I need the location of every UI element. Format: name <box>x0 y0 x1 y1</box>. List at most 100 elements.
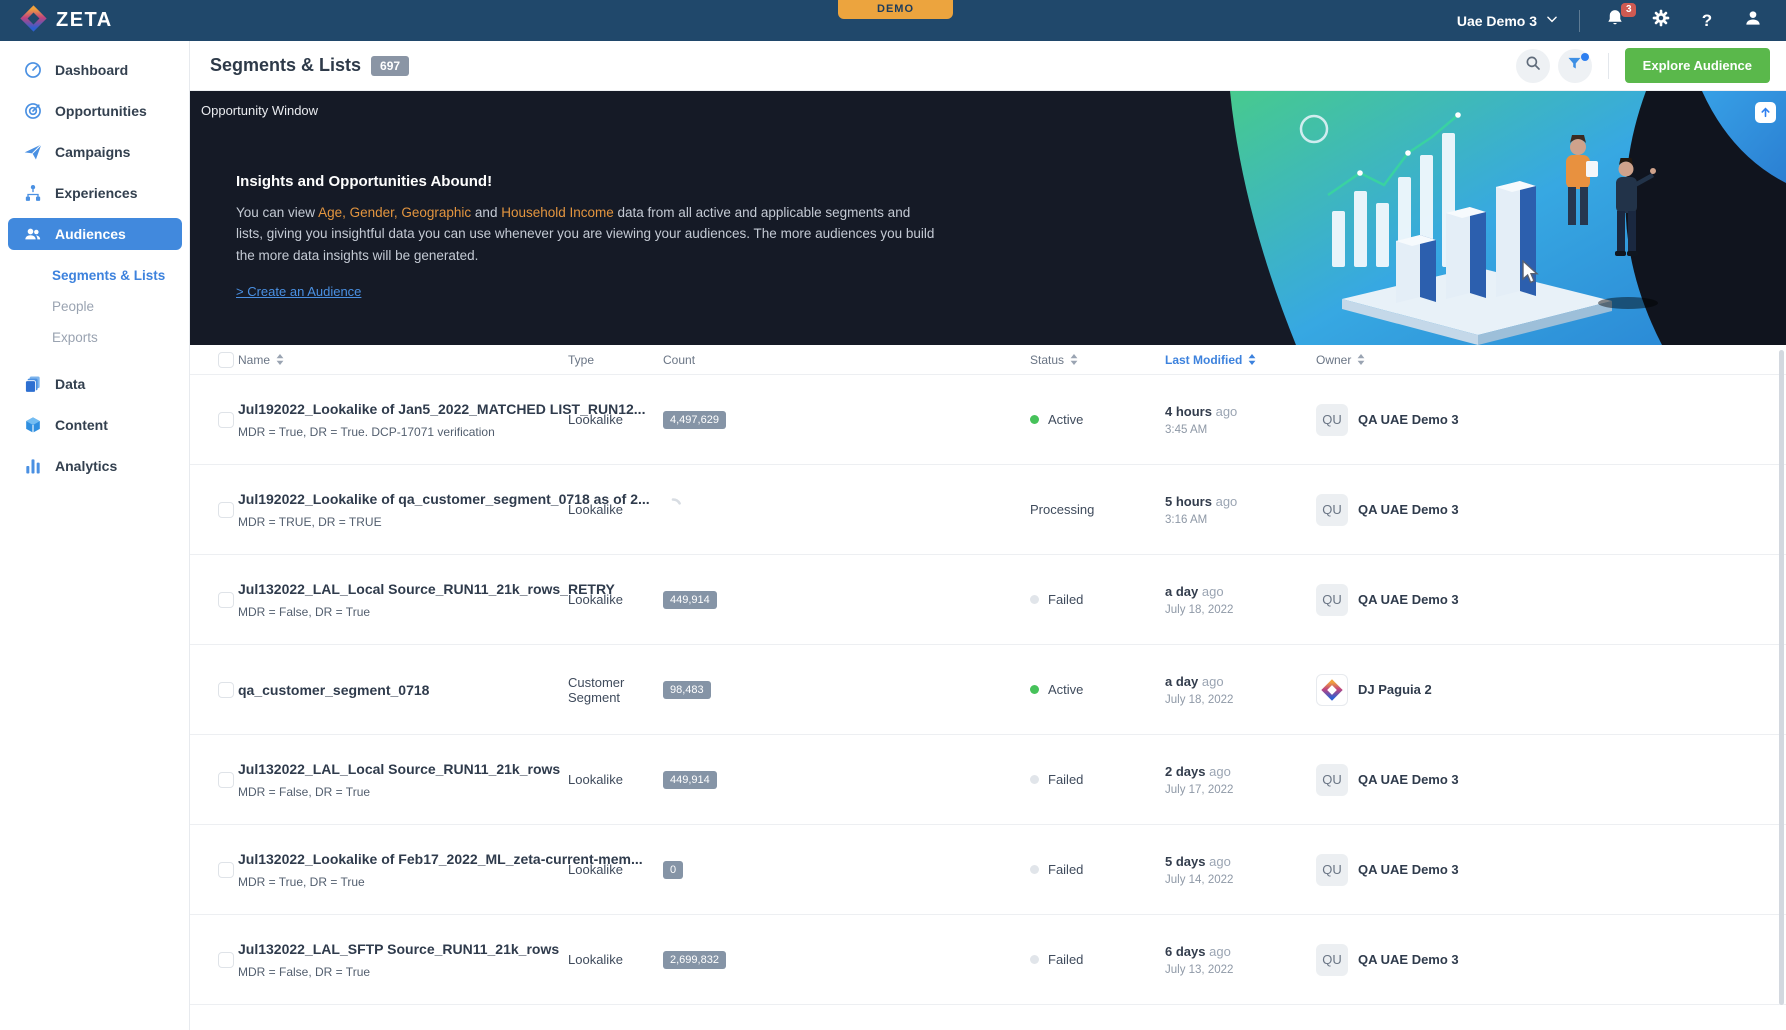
sidebar-item-analytics[interactable]: Analytics <box>0 445 189 486</box>
owner-avatar-logo <box>1316 674 1348 706</box>
segment-type: Customer Segment <box>568 675 663 705</box>
cube-icon <box>22 414 43 435</box>
table-row[interactable]: Jul132022_Lookalike of Feb17_2022_ML_zet… <box>190 825 1786 915</box>
status-cell: Failed <box>1030 772 1165 787</box>
segment-name[interactable]: Jul132022_Lookalike of Feb17_2022_ML_zet… <box>238 851 568 867</box>
sidebar-item-opportunities[interactable]: Opportunities <box>0 90 189 131</box>
row-checkbox[interactable] <box>218 772 234 788</box>
owner-cell: QUQA UAE Demo 3 <box>1316 494 1786 526</box>
navbar-divider <box>1579 10 1580 32</box>
table-row[interactable]: qa_customer_segment_0718 Customer Segmen… <box>190 645 1786 735</box>
sidebar-subitem-exports[interactable]: Exports <box>0 322 189 353</box>
account-switcher[interactable]: Uae Demo 3 <box>1457 12 1559 29</box>
segment-type: Lookalike <box>568 592 663 607</box>
row-checkbox[interactable] <box>218 592 234 608</box>
search-button[interactable] <box>1516 49 1550 83</box>
segment-type: Lookalike <box>568 502 663 517</box>
select-all-checkbox[interactable] <box>218 352 234 368</box>
sidebar-item-audiences[interactable]: Audiences <box>8 218 182 250</box>
last-modified-cell: a day agoJuly 18, 2022 <box>1165 584 1316 616</box>
column-header-status[interactable]: Status <box>1030 353 1165 367</box>
demo-badge: DEMO <box>838 0 953 19</box>
segment-name[interactable]: Jul132022_LAL_Local Source_RUN11_21k_row… <box>238 761 568 777</box>
layers-icon <box>22 373 43 394</box>
count-badge: 449,914 <box>663 771 717 789</box>
last-modified-cell: 5 hours ago3:16 AM <box>1165 494 1316 526</box>
table-row[interactable]: Jul132022_LAL_Local Source_RUN11_21k_row… <box>190 555 1786 645</box>
column-header-name[interactable]: Name <box>238 353 568 367</box>
banner-label: Opportunity Window <box>201 103 318 118</box>
total-count-badge: 697 <box>371 56 409 76</box>
sidebar-item-experiences[interactable]: Experiences <box>0 172 189 213</box>
segment-description: MDR = False, DR = True <box>238 785 568 799</box>
table-row[interactable]: Jul192022_Lookalike of Jan5_2022_MATCHED… <box>190 375 1786 465</box>
sidebar-item-label: Campaigns <box>55 144 130 160</box>
sidebar-item-data[interactable]: Data <box>0 363 189 404</box>
table-header: Name Type Count Status Last Modified Own… <box>190 345 1786 375</box>
count-badge: 0 <box>663 861 683 879</box>
main-content: Segments & Lists 697 Explore Audience <box>190 41 1786 1030</box>
sidebar-item-label: Data <box>55 376 85 392</box>
status-cell: Failed <box>1030 592 1165 607</box>
segment-name[interactable]: Jul132022_LAL_SFTP Source_RUN11_21k_rows <box>238 941 568 957</box>
segment-name[interactable]: qa_customer_segment_0718 <box>238 682 568 698</box>
table-row[interactable]: Jul132022_LAL_Local Source_RUN11_21k_row… <box>190 735 1786 825</box>
row-checkbox[interactable] <box>218 952 234 968</box>
column-header-last-modified[interactable]: Last Modified <box>1165 353 1316 367</box>
owner-cell: DJ Paguia 2 <box>1316 674 1786 706</box>
explore-audience-button[interactable]: Explore Audience <box>1625 48 1770 83</box>
bar-chart-icon <box>22 455 43 476</box>
sidebar-item-dashboard[interactable]: Dashboard <box>0 49 189 90</box>
status-dot <box>1030 595 1039 604</box>
table-row[interactable]: Jul132022_LAL_SFTP Source_RUN11_21k_rows… <box>190 915 1786 1005</box>
last-modified-cell: 2 days agoJuly 17, 2022 <box>1165 764 1316 796</box>
sidebar-subitem-segments-lists[interactable]: Segments & Lists <box>0 260 189 291</box>
row-checkbox[interactable] <box>218 412 234 428</box>
person-suit <box>1615 158 1656 256</box>
collapse-banner-button[interactable] <box>1755 102 1776 123</box>
settings-button[interactable] <box>1648 8 1674 34</box>
sidebar-subitem-people[interactable]: People <box>0 291 189 322</box>
create-audience-link[interactable]: > Create an Audience <box>236 284 361 299</box>
filter-active-dot <box>1581 53 1589 61</box>
zeta-logo[interactable]: ZETA <box>0 5 113 37</box>
processing-spinner <box>663 504 683 521</box>
table-row[interactable]: Jul192022_Lookalike of qa_customer_segme… <box>190 465 1786 555</box>
segment-name[interactable]: Jul192022_Lookalike of Jan5_2022_MATCHED… <box>238 401 568 417</box>
scrollbar[interactable] <box>1779 350 1784 1005</box>
notifications-button[interactable]: 3 <box>1602 8 1628 34</box>
owner-cell: QUQA UAE Demo 3 <box>1316 404 1786 436</box>
help-button[interactable]: ? <box>1694 8 1720 34</box>
target-icon <box>22 100 43 121</box>
sidebar-item-label: Opportunities <box>55 103 147 119</box>
sort-icon <box>1248 354 1256 365</box>
owner-cell: QUQA UAE Demo 3 <box>1316 854 1786 886</box>
segment-name[interactable]: Jul192022_Lookalike of qa_customer_segme… <box>238 491 568 507</box>
owner-avatar: QU <box>1316 944 1348 976</box>
status-dot <box>1030 685 1039 694</box>
arrow-up-icon <box>1759 106 1772 119</box>
segment-description: MDR = False, DR = True <box>238 605 568 619</box>
segment-description: MDR = True, DR = True. DCP-17071 verific… <box>238 425 568 439</box>
user-menu-button[interactable] <box>1740 8 1766 34</box>
top-navbar: ZETA DEMO Uae Demo 3 3 ? <box>0 0 1786 41</box>
sidebar-item-content[interactable]: Content <box>0 404 189 445</box>
sidebar-item-label: Content <box>55 417 108 433</box>
column-header-type: Type <box>568 353 663 367</box>
segment-description: MDR = TRUE, DR = TRUE <box>238 515 568 529</box>
sort-icon <box>276 354 284 365</box>
sidebar-item-campaigns[interactable]: Campaigns <box>0 131 189 172</box>
segment-name[interactable]: Jul132022_LAL_Local Source_RUN11_21k_row… <box>238 581 568 597</box>
last-modified-cell: 6 days agoJuly 13, 2022 <box>1165 944 1316 976</box>
people-icon <box>22 224 43 245</box>
account-name: Uae Demo 3 <box>1457 13 1537 29</box>
last-modified-cell: 5 days agoJuly 14, 2022 <box>1165 854 1316 886</box>
column-header-owner[interactable]: Owner <box>1316 353 1786 367</box>
row-checkbox[interactable] <box>218 862 234 878</box>
filter-button[interactable] <box>1558 49 1592 83</box>
row-checkbox[interactable] <box>218 682 234 698</box>
page-title: Segments & Lists <box>210 55 361 76</box>
column-header-count: Count <box>663 353 1030 367</box>
row-checkbox[interactable] <box>218 502 234 518</box>
status-cell: Processing <box>1030 502 1165 517</box>
